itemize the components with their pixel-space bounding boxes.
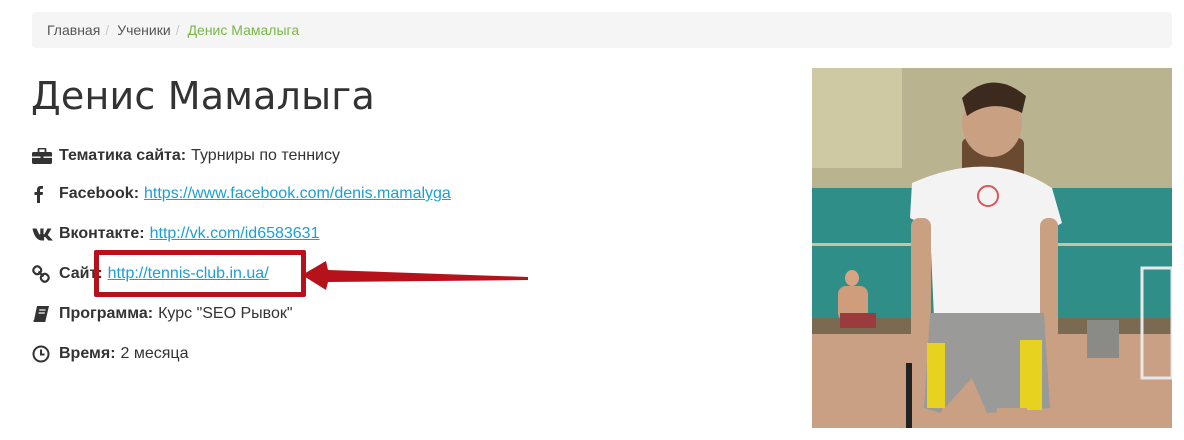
link-icon xyxy=(32,265,54,283)
program-label: Программа: xyxy=(59,305,154,322)
annotation-arrow xyxy=(302,261,528,290)
topic-row: Тематика сайта: Турниры по теннису xyxy=(32,145,340,167)
briefcase-icon xyxy=(32,147,54,165)
breadcrumb-current: Денис Мамалыга xyxy=(187,22,300,38)
book-icon xyxy=(32,305,54,323)
breadcrumb-separator: / xyxy=(105,22,110,38)
clock-icon xyxy=(32,345,54,363)
facebook-link[interactable]: https://www.facebook.com/denis.mamalyga xyxy=(144,185,451,203)
breadcrumb-students-link[interactable]: Ученики xyxy=(117,22,170,38)
topic-value: Турниры по теннису xyxy=(191,147,340,164)
time-value: 2 месяца xyxy=(120,345,189,362)
facebook-icon xyxy=(32,185,54,203)
time-row: Время: 2 месяца xyxy=(32,343,188,365)
facebook-row: Facebook: https://www.facebook.com/denis… xyxy=(32,183,451,205)
program-value: Курс "SEO Рывок" xyxy=(158,305,293,322)
highlight-box xyxy=(94,250,306,297)
facebook-label: Facebook: xyxy=(59,185,140,202)
profile-photo xyxy=(812,68,1172,428)
topic-label: Тематика сайта: xyxy=(59,147,187,164)
vk-icon xyxy=(32,225,54,243)
breadcrumb-home-link[interactable]: Главная xyxy=(47,22,100,38)
page-title: Денис Мамалыга xyxy=(31,74,375,118)
breadcrumb: Главная / Ученики / Денис Мамалыга xyxy=(32,12,1172,48)
time-label: Время: xyxy=(59,345,116,362)
breadcrumb-separator: / xyxy=(175,22,180,38)
vk-row: Вконтакте: http://vk.com/id6583631 xyxy=(32,223,319,245)
program-row: Программа: Курс "SEO Рывок" xyxy=(32,303,293,325)
vk-link[interactable]: http://vk.com/id6583631 xyxy=(150,225,320,243)
vk-label: Вконтакте: xyxy=(59,225,145,242)
